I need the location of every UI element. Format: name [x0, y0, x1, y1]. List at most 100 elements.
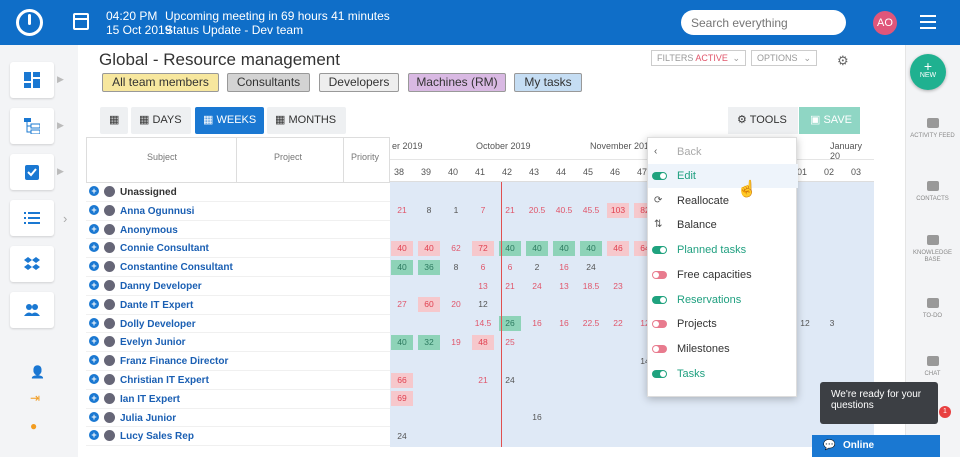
- capacity-cell[interactable]: 18.5: [580, 279, 602, 294]
- capacity-cell[interactable]: 19: [445, 335, 467, 350]
- resource-name[interactable]: Christian IT Expert: [120, 375, 209, 386]
- capacity-cell[interactable]: 40: [391, 259, 413, 275]
- capacity-cell[interactable]: 40: [499, 240, 521, 256]
- expand-plus-icon[interactable]: +: [89, 223, 99, 234]
- list-button[interactable]: [10, 200, 54, 236]
- dropdown-item-free-capacities[interactable]: Free capacities: [648, 263, 798, 287]
- capacity-cell[interactable]: 66: [391, 372, 413, 388]
- capacity-cell[interactable]: 40: [391, 334, 413, 350]
- dropdown-item-reallocate[interactable]: ⟳ Reallocate: [648, 189, 798, 213]
- resource-row[interactable]: + Anna Ogunnusi: [86, 202, 390, 221]
- dropbox-button[interactable]: [10, 246, 54, 282]
- reallocate-icon[interactable]: ⟳: [654, 189, 662, 213]
- dropdown-item-reservations[interactable]: Reservations: [648, 288, 798, 312]
- info-icon[interactable]: ●: [30, 419, 37, 433]
- capacity-cell[interactable]: 6: [499, 260, 521, 275]
- hierarchy-button[interactable]: ▶: [10, 108, 64, 144]
- capacity-cell[interactable]: 24: [526, 279, 548, 294]
- capacity-cell[interactable]: 26: [499, 316, 521, 332]
- tools-button[interactable]: ⚙ TOOLS: [728, 107, 798, 134]
- capacity-cell[interactable]: 103: [607, 203, 629, 219]
- capacity-cell[interactable]: 6: [472, 260, 494, 275]
- capacity-cell[interactable]: 24: [391, 429, 413, 444]
- team-button[interactable]: [10, 292, 54, 328]
- resource-name[interactable]: Ian IT Expert: [120, 394, 180, 405]
- dropdown-item-tasks[interactable]: Tasks: [648, 362, 798, 386]
- knowledge-base-link[interactable]: KNOWLEDGE BASE: [905, 235, 960, 264]
- calendar-icon[interactable]: [73, 13, 89, 30]
- new-button[interactable]: + NEW: [910, 54, 946, 90]
- expand-plus-icon[interactable]: +: [89, 411, 99, 422]
- resource-row[interactable]: + Dolly Developer: [86, 315, 390, 334]
- capacity-cell[interactable]: 24: [580, 260, 602, 275]
- contacts-link[interactable]: CONTACTS: [905, 181, 960, 203]
- toggle-on-icon[interactable]: [652, 295, 667, 304]
- toggle-on-icon[interactable]: [652, 369, 667, 378]
- chip-machines[interactable]: Machines (RM): [408, 73, 506, 92]
- capacity-cell[interactable]: 8: [418, 203, 440, 218]
- dropdown-item-balance[interactable]: ⇅ Balance: [648, 213, 798, 237]
- resource-name[interactable]: Julia Junior: [120, 413, 176, 424]
- capacity-cell[interactable]: 40.5: [553, 203, 575, 218]
- capacity-cell[interactable]: 40: [553, 240, 575, 256]
- capacity-cell[interactable]: 21: [391, 203, 413, 218]
- meeting-reminder[interactable]: Upcoming meeting in 69 hours 41 minutes: [165, 9, 390, 23]
- capacity-cell[interactable]: 23: [607, 279, 629, 294]
- dropdown-item-projects[interactable]: Projects: [648, 312, 798, 336]
- chip-developers[interactable]: Developers: [319, 73, 399, 92]
- capacity-cell[interactable]: 2: [526, 260, 548, 275]
- search-input[interactable]: [681, 10, 846, 35]
- resource-name[interactable]: Dante IT Expert: [120, 300, 193, 311]
- capacity-cell[interactable]: 12: [472, 297, 494, 312]
- view-weeks-button[interactable]: ▦ WEEKS: [195, 107, 264, 134]
- save-button[interactable]: ▣ SAVE: [799, 107, 860, 134]
- capacity-cell[interactable]: 20.5: [526, 203, 548, 218]
- dropdown-item-milestones[interactable]: Milestones: [648, 337, 798, 361]
- capacity-cell[interactable]: 13: [472, 279, 494, 294]
- resource-row[interactable]: + Danny Developer: [86, 277, 390, 296]
- resource-name[interactable]: Lucy Sales Rep: [120, 431, 194, 442]
- capacity-cell[interactable]: 21: [499, 279, 521, 294]
- column-subject[interactable]: Subject: [147, 152, 177, 162]
- resource-name[interactable]: Anna Ogunnusi: [120, 206, 194, 217]
- expand-plus-icon[interactable]: +: [89, 336, 99, 347]
- user-avatar[interactable]: AO: [873, 11, 897, 35]
- resource-row[interactable]: + Connie Consultant: [86, 239, 390, 259]
- view-days-button[interactable]: ▦ DAYS: [131, 107, 191, 134]
- resource-name[interactable]: Danny Developer: [120, 281, 202, 292]
- capacity-cell[interactable]: 40: [391, 240, 413, 256]
- view-months-button[interactable]: ▦ MONTHS: [267, 107, 346, 134]
- resource-row[interactable]: + Evelyn Junior: [86, 333, 390, 353]
- expand-plus-icon[interactable]: +: [89, 317, 99, 328]
- resource-row[interactable]: + Anonymous: [86, 221, 390, 240]
- chat-link[interactable]: CHAT: [905, 356, 960, 378]
- capacity-cell[interactable]: 27: [391, 297, 413, 312]
- chip-all-team-members[interactable]: All team members: [102, 73, 219, 92]
- capacity-cell[interactable]: 40: [526, 240, 548, 256]
- expand-plus-icon[interactable]: +: [89, 242, 99, 253]
- capacity-cell[interactable]: 14.5: [472, 316, 494, 331]
- expand-plus-icon[interactable]: +: [89, 430, 99, 441]
- expand-plus-icon[interactable]: +: [89, 374, 99, 384]
- balance-icon[interactable]: ⇅: [654, 213, 662, 237]
- chat-bubble[interactable]: We're ready for your questions: [820, 382, 938, 424]
- status-update[interactable]: Status Update - Dev team: [165, 23, 303, 37]
- capacity-cell[interactable]: 20: [445, 297, 467, 312]
- capacity-cell[interactable]: 24: [499, 373, 521, 388]
- toggle-off-icon[interactable]: [652, 344, 667, 353]
- logo-icon[interactable]: [16, 9, 43, 36]
- calendar-picker-button[interactable]: ▦: [100, 107, 128, 134]
- dashboard-button[interactable]: ▶: [10, 62, 64, 98]
- expand-plus-icon[interactable]: +: [89, 280, 99, 290]
- column-priority[interactable]: Priority: [351, 152, 379, 162]
- expand-plus-icon[interactable]: +: [89, 186, 99, 196]
- capacity-cell[interactable]: 45.5: [580, 203, 602, 218]
- capacity-cell[interactable]: 22: [607, 316, 629, 331]
- capacity-cell[interactable]: 1: [445, 203, 467, 218]
- capacity-cell[interactable]: 32: [418, 334, 440, 350]
- capacity-cell[interactable]: 13: [553, 279, 575, 294]
- capacity-cell[interactable]: 36: [418, 259, 440, 275]
- capacity-cell[interactable]: 72: [472, 240, 494, 256]
- column-project[interactable]: Project: [274, 152, 302, 162]
- back-item[interactable]: ‹ Back: [648, 140, 798, 164]
